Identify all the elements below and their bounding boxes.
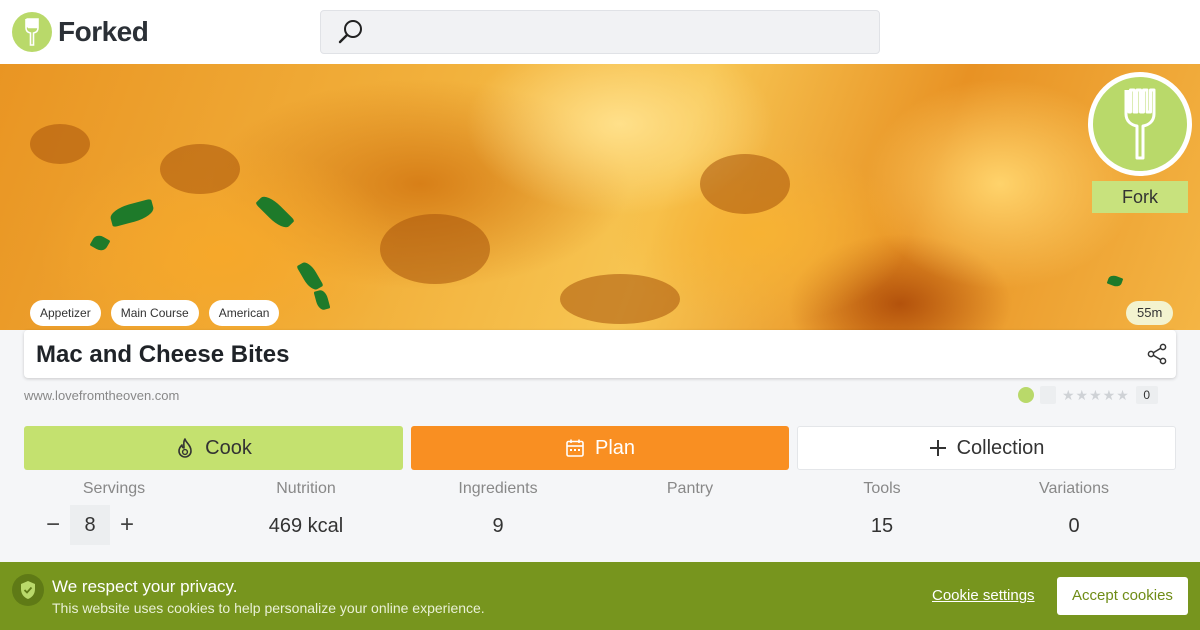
tag-american[interactable]: American bbox=[208, 300, 280, 326]
variations-stat[interactable]: Variations 0 bbox=[984, 480, 1164, 539]
ingredients-stat[interactable]: Ingredients 9 bbox=[408, 480, 588, 539]
recipe-hero-image bbox=[0, 64, 1200, 330]
servings-decrease-button[interactable]: − bbox=[36, 505, 70, 545]
servings-value[interactable]: 8 bbox=[70, 505, 110, 545]
cookie-banner: We respect your privacy. This website us… bbox=[0, 562, 1200, 630]
recipe-title: Mac and Cheese Bites bbox=[36, 341, 290, 368]
plan-label: Plan bbox=[594, 436, 636, 459]
fork-icon bbox=[1124, 88, 1156, 160]
cook-button[interactable]: Cook bbox=[24, 426, 403, 470]
tools-label: Tools bbox=[863, 480, 901, 497]
cook-label: Cook bbox=[205, 436, 252, 459]
plus-icon bbox=[929, 440, 946, 456]
pantry-label: Pantry bbox=[666, 480, 714, 497]
cookie-title: We respect your privacy. bbox=[52, 577, 238, 596]
top-header: Forked bbox=[0, 0, 1200, 64]
cookie-text: This website uses cookies to help person… bbox=[52, 600, 485, 616]
nutrition-label: Nutrition bbox=[276, 480, 336, 497]
tools-stat[interactable]: Tools 15 bbox=[792, 480, 972, 539]
fork-icon bbox=[12, 12, 52, 52]
logo[interactable]: Forked bbox=[12, 12, 149, 52]
rating: ★★★★★ 0 bbox=[1018, 386, 1158, 404]
servings-stat: Servings bbox=[24, 480, 204, 498]
collection-button[interactable]: Collection bbox=[797, 426, 1176, 470]
tag-appetizer[interactable]: Appetizer bbox=[30, 300, 101, 326]
cookie-settings-link[interactable]: Cookie settings bbox=[932, 587, 1035, 604]
accept-cookies-button[interactable]: Accept cookies bbox=[1057, 577, 1188, 615]
collection-label: Collection bbox=[956, 436, 1045, 459]
variations-value: 0 bbox=[1068, 515, 1080, 537]
pantry-stat[interactable]: Pantry bbox=[600, 480, 780, 539]
tag-main-course[interactable]: Main Course bbox=[110, 300, 199, 326]
fork-rating-icon bbox=[1018, 387, 1034, 403]
recipe-tags: Appetizer Main Course American bbox=[30, 300, 280, 326]
cook-time-badge: 55m bbox=[1126, 301, 1174, 325]
rating-count: 0 bbox=[1135, 386, 1158, 404]
search-bar[interactable] bbox=[320, 10, 880, 54]
nutrition-value: 469 kcal bbox=[268, 515, 344, 537]
tools-value: 15 bbox=[870, 515, 894, 537]
servings-increase-button[interactable]: + bbox=[110, 505, 144, 545]
recipe-title-card: Mac and Cheese Bites bbox=[24, 330, 1176, 378]
pantry-value bbox=[600, 515, 780, 539]
servings-stepper: − 8 + bbox=[36, 505, 144, 545]
plan-button[interactable]: Plan bbox=[411, 426, 789, 470]
search-input[interactable] bbox=[365, 11, 879, 53]
calendar-icon bbox=[566, 439, 584, 457]
ingredients-label: Ingredients bbox=[458, 480, 538, 497]
flame-icon bbox=[178, 438, 192, 458]
fork-label[interactable]: Fork bbox=[1092, 181, 1188, 213]
variations-label: Variations bbox=[1039, 480, 1109, 497]
logo-text: Forked bbox=[58, 16, 149, 47]
search-icon[interactable] bbox=[337, 18, 365, 46]
shield-check-icon bbox=[12, 574, 44, 606]
rating-box bbox=[1040, 386, 1056, 404]
rating-stars[interactable]: ★★★★★ bbox=[1062, 387, 1130, 404]
share-icon[interactable] bbox=[1146, 343, 1168, 365]
fork-button[interactable] bbox=[1088, 72, 1192, 176]
source-link[interactable]: www.lovefromtheoven.com bbox=[24, 388, 179, 403]
servings-label: Servings bbox=[82, 480, 146, 497]
ingredients-value: 9 bbox=[492, 515, 504, 537]
nutrition-stat[interactable]: Nutrition 469 kcal bbox=[216, 480, 396, 539]
